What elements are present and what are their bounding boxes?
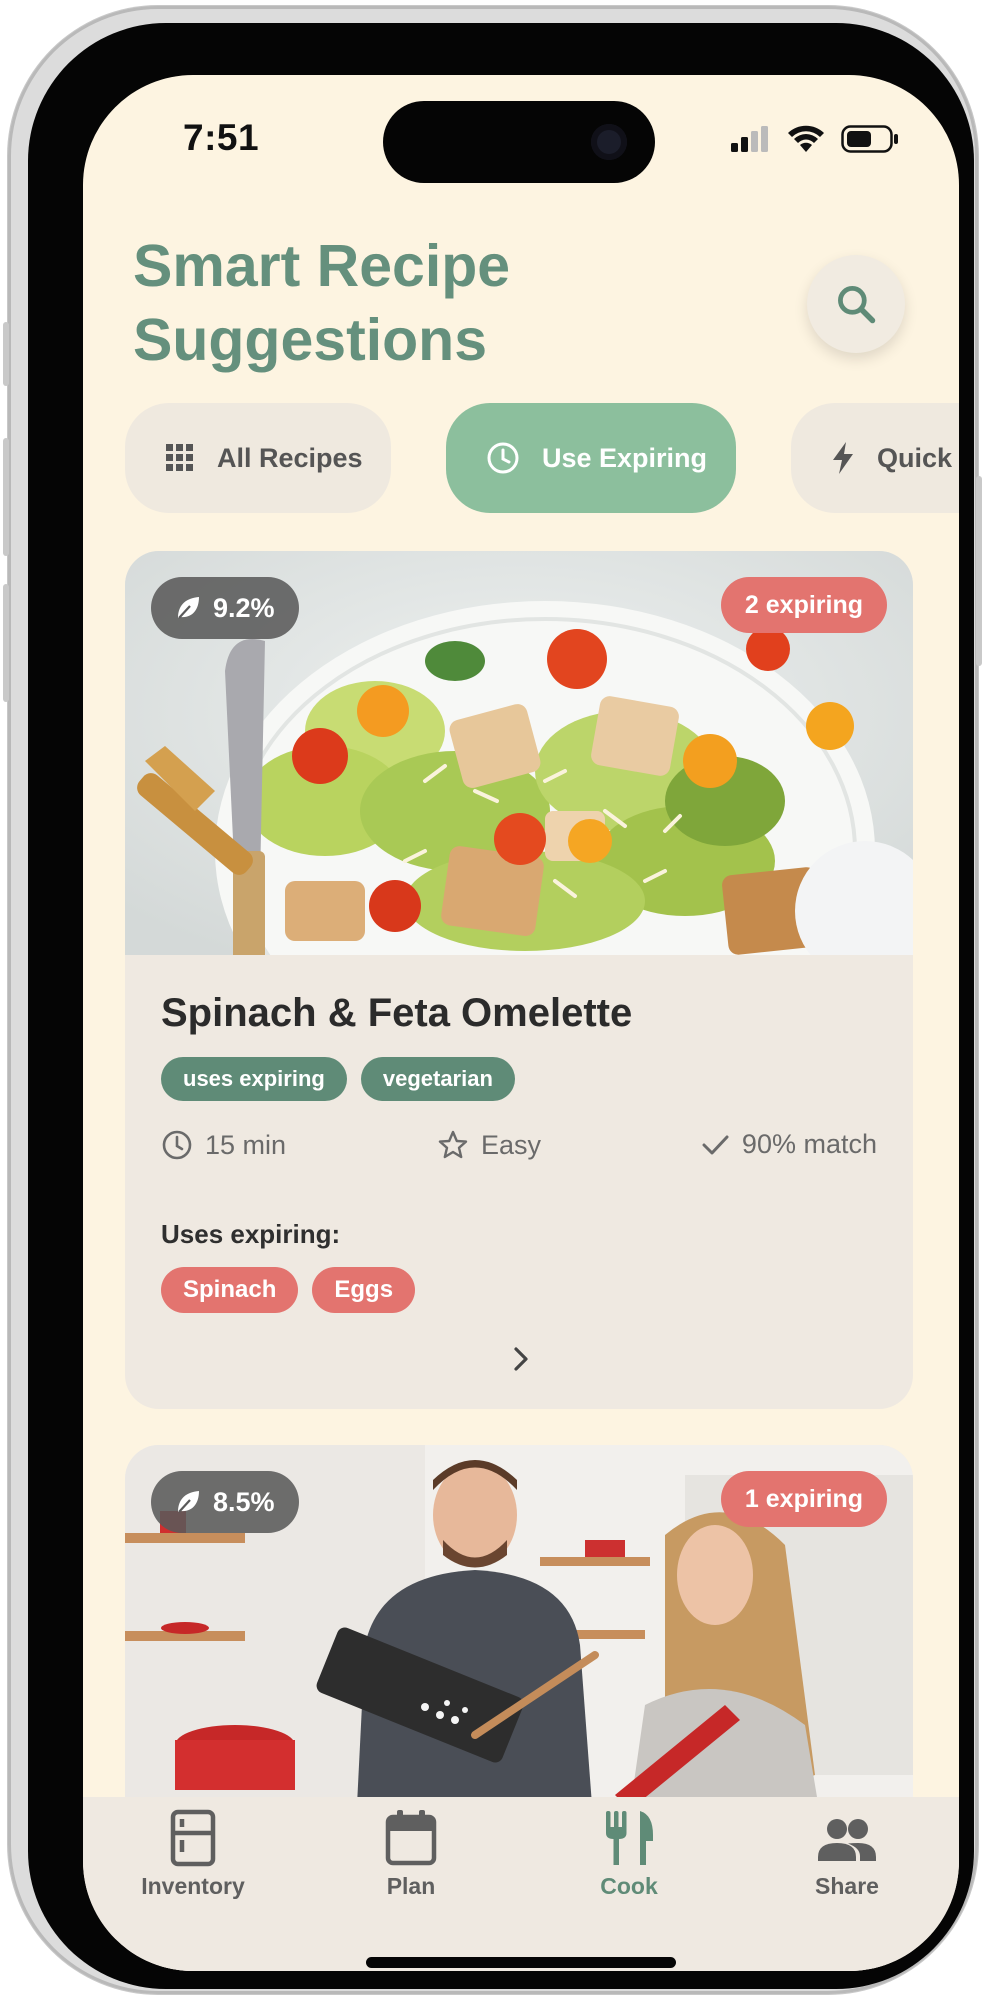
expiring-count-badge: 1 expiring	[720, 1471, 887, 1527]
clock-icon	[487, 442, 519, 474]
filter-chip-quick[interactable]: Quick	[791, 403, 959, 513]
nav-tab-label: Inventory	[141, 1873, 245, 1899]
fridge-icon	[170, 1809, 216, 1867]
recipe-tags: uses expiring vegetarian	[161, 1057, 515, 1101]
nav-tab-label: Cook	[600, 1873, 658, 1899]
status-icons	[731, 125, 899, 153]
cook-time-value: 15 min	[205, 1129, 287, 1160]
utensils-icon	[606, 1811, 653, 1865]
filter-chip-label: Quick	[877, 442, 953, 473]
recipe-photo-cooking: 8.5% 1 expiring	[125, 1445, 913, 1845]
uses-expiring-label: Uses expiring:	[161, 1219, 341, 1249]
cook-time: 15 min	[161, 1129, 286, 1161]
checkmark-icon	[702, 1135, 729, 1154]
home-indicator[interactable]	[366, 1957, 676, 1968]
eco-score-badge: 9.2%	[151, 577, 299, 639]
filter-chip-use-expiring[interactable]: Use Expiring	[446, 403, 736, 513]
wifi-icon	[788, 125, 824, 152]
cellular-signal-icon	[731, 126, 768, 152]
power-button	[976, 476, 982, 666]
search-button[interactable]	[807, 255, 905, 353]
recipe-card[interactable]: 9.2% 2 expiring Spinach & Feta Omelette …	[125, 551, 913, 1409]
tag-uses-expiring: uses expiring	[161, 1057, 347, 1101]
nav-tab-cook[interactable]: Cook	[549, 1809, 709, 1900]
filter-chip-label: All Recipes	[217, 442, 363, 473]
star-icon	[438, 1130, 468, 1159]
dynamic-island	[383, 101, 655, 183]
status-time: 7:51	[183, 117, 260, 158]
phone-frame: 7:51 Smart Recipe Suggestions All Recipe…	[3, 6, 982, 1994]
red-pot	[175, 1725, 295, 1790]
people-icon	[818, 1819, 876, 1861]
calendar-icon	[385, 1810, 437, 1866]
leaf-icon	[178, 597, 199, 619]
bolt-icon	[833, 442, 853, 474]
app-screen: 7:51 Smart Recipe Suggestions All Recipe…	[83, 75, 959, 1971]
phone-bezel: 7:51 Smart Recipe Suggestions All Recipe…	[28, 23, 974, 1989]
page-title: Smart Recipe Suggestions	[133, 233, 511, 373]
recipe-photo-salad: 9.2% 2 expiring	[125, 551, 913, 955]
volume-up-button	[3, 438, 9, 556]
match-value: 90% match	[741, 1129, 877, 1159]
eco-score-value: 8.5%	[213, 1486, 275, 1517]
bottom-navigation: Inventory Plan Cook Share	[83, 1797, 959, 1971]
expiring-count-badge: 2 expiring	[720, 577, 887, 633]
filter-chip-label: Use Expiring	[542, 442, 708, 473]
nav-tab-label: Share	[815, 1873, 879, 1899]
eco-score-badge: 8.5%	[151, 1471, 299, 1533]
expiring-ingredients: Spinach Eggs	[161, 1267, 416, 1313]
leaf-icon	[178, 1491, 199, 1513]
nav-tab-share[interactable]: Share	[767, 1809, 927, 1900]
silent-switch	[3, 322, 9, 386]
grid-icon	[166, 444, 193, 471]
expand-button[interactable]	[503, 1341, 539, 1377]
search-icon	[838, 286, 876, 324]
battery-icon	[841, 125, 898, 153]
match-score: 90% match	[700, 1129, 877, 1160]
nav-tab-inventory[interactable]: Inventory	[113, 1809, 273, 1900]
front-camera	[591, 124, 627, 160]
difficulty: Easy	[437, 1129, 541, 1161]
ingredient-chip-spinach: Spinach	[161, 1267, 299, 1313]
eco-score-value: 9.2%	[213, 592, 275, 623]
nav-tab-label: Plan	[386, 1873, 436, 1899]
nav-tab-plan[interactable]: Plan	[331, 1809, 491, 1900]
filter-chip-all-recipes[interactable]: All Recipes	[125, 403, 391, 513]
ingredient-chip-eggs: Eggs	[312, 1267, 416, 1313]
recipe-title: Spinach & Feta Omelette	[161, 991, 633, 1035]
chevron-right-icon	[514, 1347, 528, 1371]
clock-icon	[162, 1130, 192, 1160]
tag-vegetarian: vegetarian	[360, 1057, 515, 1101]
difficulty-value: Easy	[481, 1129, 542, 1160]
volume-down-button	[3, 584, 9, 702]
